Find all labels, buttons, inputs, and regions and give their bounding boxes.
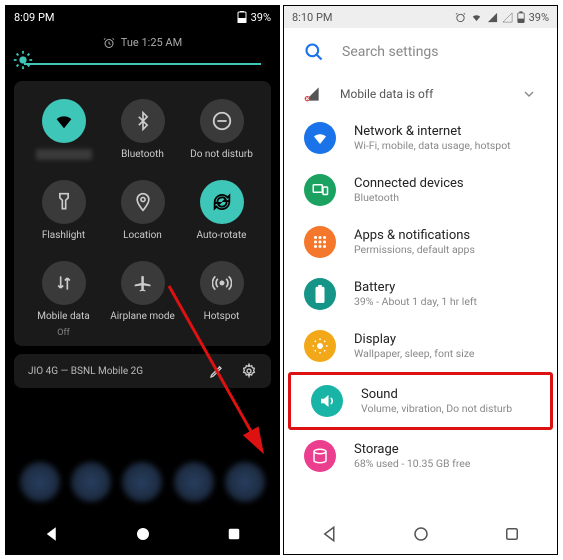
brightness-thumb-icon [12,49,34,71]
nav-bar [6,514,279,554]
signal-icon-2 [502,12,513,23]
dnd-icon [211,110,233,132]
status-battery: 39% [529,11,549,24]
battery-icon [237,11,247,23]
alarm-indicator: Tue 1:25 AM [6,36,279,49]
qs-tile-mobiledata[interactable]: Mobile data Off [24,261,103,338]
nav-back-icon[interactable] [321,525,339,543]
wifi-label-blurred [36,149,92,160]
qs-tile-hotspot[interactable]: Hotspot [182,261,261,338]
search-placeholder: Search settings [342,44,439,60]
hotspot-icon [212,273,232,293]
qs-tile-location[interactable]: Location [103,180,182,241]
search-settings[interactable]: Search settings [284,28,557,76]
sound-icon [318,392,336,410]
qs-tile-flashlight[interactable]: Flashlight [24,180,103,241]
status-time: 8:10 PM [292,11,332,24]
settings-item-connected[interactable]: Connected devicesBluetooth [284,164,557,216]
settings-item-sound[interactable]: SoundVolume, vibration, Do not disturb [291,375,550,427]
gear-icon[interactable] [241,363,257,379]
airplane-icon [133,273,153,293]
settings-item-storage[interactable]: Storage68% used - 10.35 GB free [284,430,557,482]
qs-tile-airplane[interactable]: Airplane mode [103,261,182,338]
wifi-icon [470,12,483,23]
bluetooth-icon [133,111,153,131]
quick-settings-panel: 8:09 PM 39% Tue 1:25 AM Bluetooth Do not… [5,5,280,555]
display-icon [311,337,329,355]
search-icon [304,42,324,62]
battery-setting-icon [314,285,326,303]
edit-icon[interactable] [209,363,225,379]
carrier-label: JIO 4G — BSNL Mobile 2G [28,366,143,377]
settings-item-apps[interactable]: Apps & notificationsPermissions, default… [284,216,557,268]
mobiledata-icon [54,273,74,293]
nav-recent-icon[interactable] [503,525,521,543]
brightness-slider[interactable] [6,49,279,71]
nav-home-icon[interactable] [412,525,430,543]
alarm-icon [103,37,115,49]
settings-item-battery[interactable]: Battery39% - About 1 day, 1 hr left [284,268,557,320]
location-icon [133,192,153,212]
storage-icon [311,447,329,465]
apps-icon [311,233,329,251]
mobile-data-banner[interactable]: Mobile data is off [284,76,557,112]
flashlight-icon [54,192,74,212]
signal-off-icon [304,86,320,102]
nav-recent-icon[interactable] [225,525,243,543]
alarm-icon [455,12,466,23]
nav-home-icon[interactable] [134,525,152,543]
status-time: 8:09 PM [14,11,54,24]
settings-app: 8:10 PM 39% Search settings Mobile data … [283,5,558,555]
status-battery: 39% [251,11,271,24]
autorotate-icon [211,191,233,213]
home-dock-blurred [14,454,271,510]
nav-bar [284,514,557,554]
battery-icon [517,11,525,23]
qs-tile-dnd[interactable]: Do not disturb [182,99,261,160]
chevron-down-icon [521,86,537,102]
devices-icon [311,181,329,199]
signal-icon [487,12,498,23]
qs-tile-bluetooth[interactable]: Bluetooth [103,99,182,160]
network-icon [311,129,329,147]
qs-tile-autorotate[interactable]: Auto-rotate [182,180,261,241]
status-bar: 8:10 PM 39% [284,6,557,28]
settings-item-display[interactable]: DisplayWallpaper, sleep, font size [284,320,557,372]
nav-back-icon[interactable] [43,525,61,543]
qs-tile-wifi[interactable] [24,99,103,160]
wifi-icon [53,110,75,132]
status-bar: 8:09 PM 39% [6,6,279,28]
settings-item-network[interactable]: Network & internetWi-Fi, mobile, data us… [284,112,557,164]
